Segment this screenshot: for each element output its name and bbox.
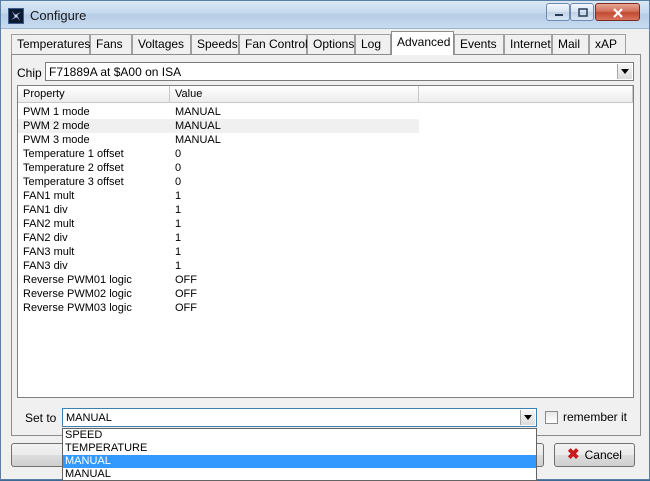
property-grid: Property Value PWM 1 mode MANUAL PWM 2 mo… [17,85,634,398]
close-button[interactable] [595,3,640,21]
property-name: FAN1 div [23,204,68,216]
tab-mail[interactable]: Mail [552,34,589,54]
tab-speeds[interactable]: Speeds [191,34,239,54]
grid-row[interactable]: FAN2 div 1 [18,231,419,245]
grid-row[interactable]: FAN3 mult 1 [18,245,419,259]
property-value: OFF [175,302,197,314]
grid-row[interactable]: Reverse PWM03 logic OFF [18,301,419,315]
property-name: Temperature 2 offset [23,162,124,174]
property-name: Reverse PWM03 logic [23,302,132,314]
minimize-button[interactable] [546,3,570,21]
chip-value: F71889A at $A00 on ISA [49,65,182,79]
column-header-value[interactable]: Value [170,86,419,103]
property-value: 1 [175,218,182,230]
dropdown-option-highlighted[interactable]: MANUAL [63,455,536,468]
set-to-dropdown-button[interactable] [520,410,535,425]
property-value: MANUAL [175,120,221,132]
tab-options[interactable]: Options [307,34,355,54]
window-title: Configure [30,8,87,23]
grid-row[interactable]: PWM 1 mode MANUAL [18,105,419,119]
grid-row[interactable]: Reverse PWM02 logic OFF [18,287,419,301]
chevron-down-icon [524,415,532,420]
set-to-select[interactable]: MANUAL [62,408,537,427]
grid-row[interactable]: FAN2 mult 1 [18,217,419,231]
tab-xap[interactable]: xAP [589,34,626,54]
set-to-value: MANUAL [66,412,112,424]
property-name: Reverse PWM01 logic [23,274,132,286]
column-header-empty [419,86,633,103]
chip-label: Chip [17,66,42,80]
minimize-icon [555,14,563,16]
property-value: 0 [175,148,182,160]
grid-row[interactable]: FAN1 mult 1 [18,189,419,203]
dropdown-option[interactable]: SPEED [63,429,536,442]
property-name: FAN3 div [23,260,68,272]
tab-voltages[interactable]: Voltages [132,34,191,54]
property-name: FAN2 div [23,232,68,244]
dropdown-option[interactable]: TEMPERATURE [63,442,536,455]
tab-temperatures[interactable]: Temperatures [11,34,90,54]
chip-select[interactable]: F71889A at $A00 on ISA [45,62,634,81]
tab-events[interactable]: Events [454,34,504,54]
tab-strip: Temperatures Fans Voltages Speeds Fan Co… [11,31,641,55]
x-mark-icon: ✖ [567,446,580,463]
tab-fan-control[interactable]: Fan Control [239,34,308,54]
maximize-icon [578,8,588,17]
remember-it-label[interactable]: remember it [563,410,627,424]
property-name: Temperature 3 offset [23,176,124,188]
property-value: 0 [175,176,182,188]
grid-row[interactable]: Temperature 3 offset 0 [18,175,419,189]
grid-row[interactable]: Temperature 2 offset 0 [18,161,419,175]
tab-fans[interactable]: Fans [90,34,132,54]
property-value: 1 [175,260,182,272]
grid-row[interactable]: FAN3 div 1 [18,259,419,273]
close-icon [613,8,623,18]
grid-row-selected[interactable]: PWM 2 mode MANUAL [18,119,419,133]
cancel-label: Cancel [584,448,622,462]
property-value: OFF [175,274,197,286]
property-name: PWM 3 mode [23,134,90,146]
set-to-label: Set to [25,411,57,425]
property-name: FAN1 mult [23,190,75,202]
dropdown-option[interactable]: MANUAL [63,468,536,481]
property-value: 1 [175,246,182,258]
tab-log[interactable]: Log [355,34,391,54]
tab-internet[interactable]: Internet [504,34,552,54]
property-value: 1 [175,190,182,202]
grid-row[interactable]: Temperature 1 offset 0 [18,147,419,161]
column-header-property[interactable]: Property [18,86,170,103]
property-name: PWM 1 mode [23,106,90,118]
tab-advanced[interactable]: Advanced [391,31,454,55]
chip-dropdown-button[interactable] [617,64,632,79]
fan-app-icon [8,8,24,24]
remember-it-checkbox[interactable] [545,411,558,424]
maximize-button[interactable] [570,3,594,21]
property-name: FAN2 mult [23,218,75,230]
property-value: MANUAL [175,106,221,118]
property-value: MANUAL [175,134,221,146]
grid-row[interactable]: PWM 3 mode MANUAL [18,133,419,147]
property-name: Reverse PWM02 logic [23,288,132,300]
configure-window: Configure Temperatures Fans Voltages Spe… [0,0,650,481]
property-value: 1 [175,204,182,216]
grid-row[interactable]: Reverse PWM01 logic OFF [18,273,419,287]
property-name: PWM 2 mode [23,120,90,132]
title-bar[interactable]: Configure [1,1,649,29]
chevron-down-icon [621,69,629,74]
property-value: 1 [175,232,182,244]
cancel-button[interactable]: ✖ Cancel [554,443,635,467]
property-value: 0 [175,162,182,174]
grid-header: Property Value [18,86,633,103]
property-value: OFF [175,288,197,300]
property-name: Temperature 1 offset [23,148,124,160]
property-name: FAN3 mult [23,246,75,258]
set-to-dropdown-list: SPEED TEMPERATURE MANUAL MANUAL [62,428,537,481]
grid-row[interactable]: FAN1 div 1 [18,203,419,217]
